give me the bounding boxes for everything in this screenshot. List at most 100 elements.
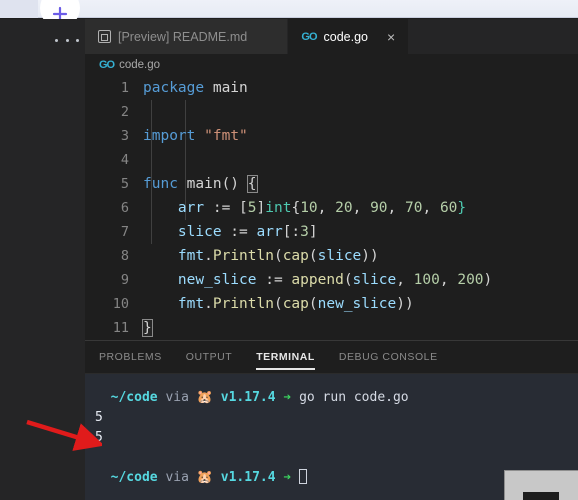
code-line-text: }: [142, 316, 153, 340]
token-variable: arr: [256, 224, 283, 240]
code-line: 8 fmt.Println(cap(slice)): [85, 244, 578, 268]
go-file-icon: GO: [99, 59, 115, 71]
panel-tab-label: DEBUG CONSOLE: [338, 351, 438, 363]
editor-left-rail: [0, 19, 85, 500]
code-line: 2: [85, 100, 578, 124]
token-function: append: [291, 272, 344, 288]
overlay-popup-fragment[interactable]: [504, 470, 578, 500]
code-line: 5 func main() {: [85, 172, 578, 196]
terminal-output-line: 5: [95, 408, 578, 428]
code-line-text: fmt.Println(cap(slice)): [143, 244, 379, 268]
token-slice-close: ]: [308, 224, 318, 240]
token-paren: (: [343, 272, 353, 288]
prompt-path: ~/code: [110, 390, 158, 405]
code-line-text: arr := [5]int{10, 20, 90, 70, 60}: [143, 196, 466, 220]
prompt-via: via: [165, 470, 189, 485]
code-line-text: func main() {: [143, 172, 258, 196]
token-brace: {: [291, 200, 301, 216]
token-package: fmt: [177, 248, 205, 264]
tab-debug-console[interactable]: DEBUG CONSOLE: [339, 341, 438, 374]
tab-code-go[interactable]: GO code.go ×: [288, 19, 410, 54]
line-number: 4: [120, 152, 129, 168]
prompt-version: v1.17.4: [220, 390, 276, 405]
token-number: 90: [370, 200, 388, 216]
token-number: 5: [247, 200, 257, 216]
code-line: 4: [85, 148, 578, 172]
token-function: cap: [282, 296, 309, 312]
token-bracket: [: [239, 200, 248, 216]
token-keyword: import: [143, 128, 196, 144]
breadcrumb[interactable]: GO code.go: [85, 54, 578, 76]
line-number: 3: [120, 128, 129, 144]
gopher-icon: 🐹: [196, 470, 213, 485]
token-function: cap: [282, 248, 309, 264]
line-number: 7: [120, 224, 129, 240]
vscode-window: [Preview] README.md × GO code.go × GO co…: [0, 19, 578, 500]
token-keyword: func: [143, 176, 178, 192]
terminal-command: go run code.go: [299, 390, 409, 405]
more-actions-icon[interactable]: [55, 33, 79, 47]
token-number: 70: [405, 200, 423, 216]
line-number: 8: [120, 248, 129, 264]
code-line-text: fmt.Println(cap(new_slice)): [143, 292, 414, 316]
browser-tab-strip: [0, 0, 578, 28]
token-paren: )): [396, 296, 414, 312]
prompt-version: v1.17.4: [220, 470, 276, 485]
token-comma: ,: [352, 200, 371, 216]
bottom-panel: PROBLEMS OUTPUT TERMINAL DEBUG CONSOLE ~…: [85, 340, 578, 500]
token-paren: (): [221, 176, 240, 192]
token-variable: new_slice: [177, 272, 257, 288]
tab-close-icon[interactable]: ×: [387, 30, 395, 44]
token-paren: (: [273, 248, 283, 264]
token-function: Println: [212, 296, 274, 312]
tab-terminal[interactable]: TERMINAL: [256, 341, 315, 374]
gopher-icon: 🐹: [196, 390, 213, 405]
code-line: 9 new_slice := append(slice, 100, 200): [85, 268, 578, 292]
tab-output[interactable]: OUTPUT: [186, 341, 232, 374]
token-bracket: ]: [256, 200, 266, 216]
tab-readme-preview[interactable]: [Preview] README.md ×: [85, 19, 289, 54]
token-dot: .: [204, 248, 213, 264]
output-value: 5: [95, 430, 103, 445]
panel-tab-label: OUTPUT: [185, 351, 233, 363]
token-slice-open: [:: [282, 224, 301, 240]
token-variable: slice: [352, 272, 397, 288]
token-number: 3: [300, 224, 309, 240]
code-line: 3 import "fmt": [85, 124, 578, 148]
panel-tab-list: PROBLEMS OUTPUT TERMINAL DEBUG CONSOLE: [85, 341, 578, 374]
token-comma: ,: [396, 272, 414, 288]
token-variable: slice: [177, 224, 222, 240]
token-comma: ,: [387, 200, 405, 216]
token-brace: {: [246, 175, 258, 193]
line-number: 1: [120, 80, 129, 96]
code-line-text: package main: [143, 76, 248, 100]
code-line: 7 slice := arr[:3]: [85, 220, 578, 244]
tab-label: [Preview] README.md: [118, 29, 248, 44]
token-number: 10: [300, 200, 318, 216]
popup-bar: [523, 492, 559, 500]
code-content: 1 package main 2 3 import "fmt" 4 5 func…: [85, 76, 578, 340]
browser-tab-stub[interactable]: [0, 0, 38, 18]
token-number: 20: [335, 200, 353, 216]
terminal-output-line: 5: [95, 428, 578, 448]
token-paren: (: [308, 296, 318, 312]
token-package: fmt: [177, 296, 205, 312]
token-assign: :=: [221, 224, 257, 240]
code-editor[interactable]: 1 package main 2 3 import "fmt" 4 5 func…: [85, 76, 578, 340]
token-string: "fmt": [204, 128, 248, 144]
line-number: 9: [120, 272, 129, 288]
code-line-text: import "fmt": [143, 124, 248, 148]
tab-problems[interactable]: PROBLEMS: [99, 341, 162, 374]
screenshot-root: [Preview] README.md × GO code.go × GO co…: [0, 0, 578, 500]
panel-tab-label: PROBLEMS: [99, 351, 162, 363]
token-number: 60: [439, 200, 458, 216]
markdown-preview-icon: [98, 30, 111, 43]
output-value: 5: [95, 410, 103, 425]
token-number: 100: [413, 272, 440, 288]
line-number: 10: [112, 296, 129, 312]
code-line: 1 package main: [85, 76, 578, 100]
token-variable: new_slice: [317, 296, 397, 312]
